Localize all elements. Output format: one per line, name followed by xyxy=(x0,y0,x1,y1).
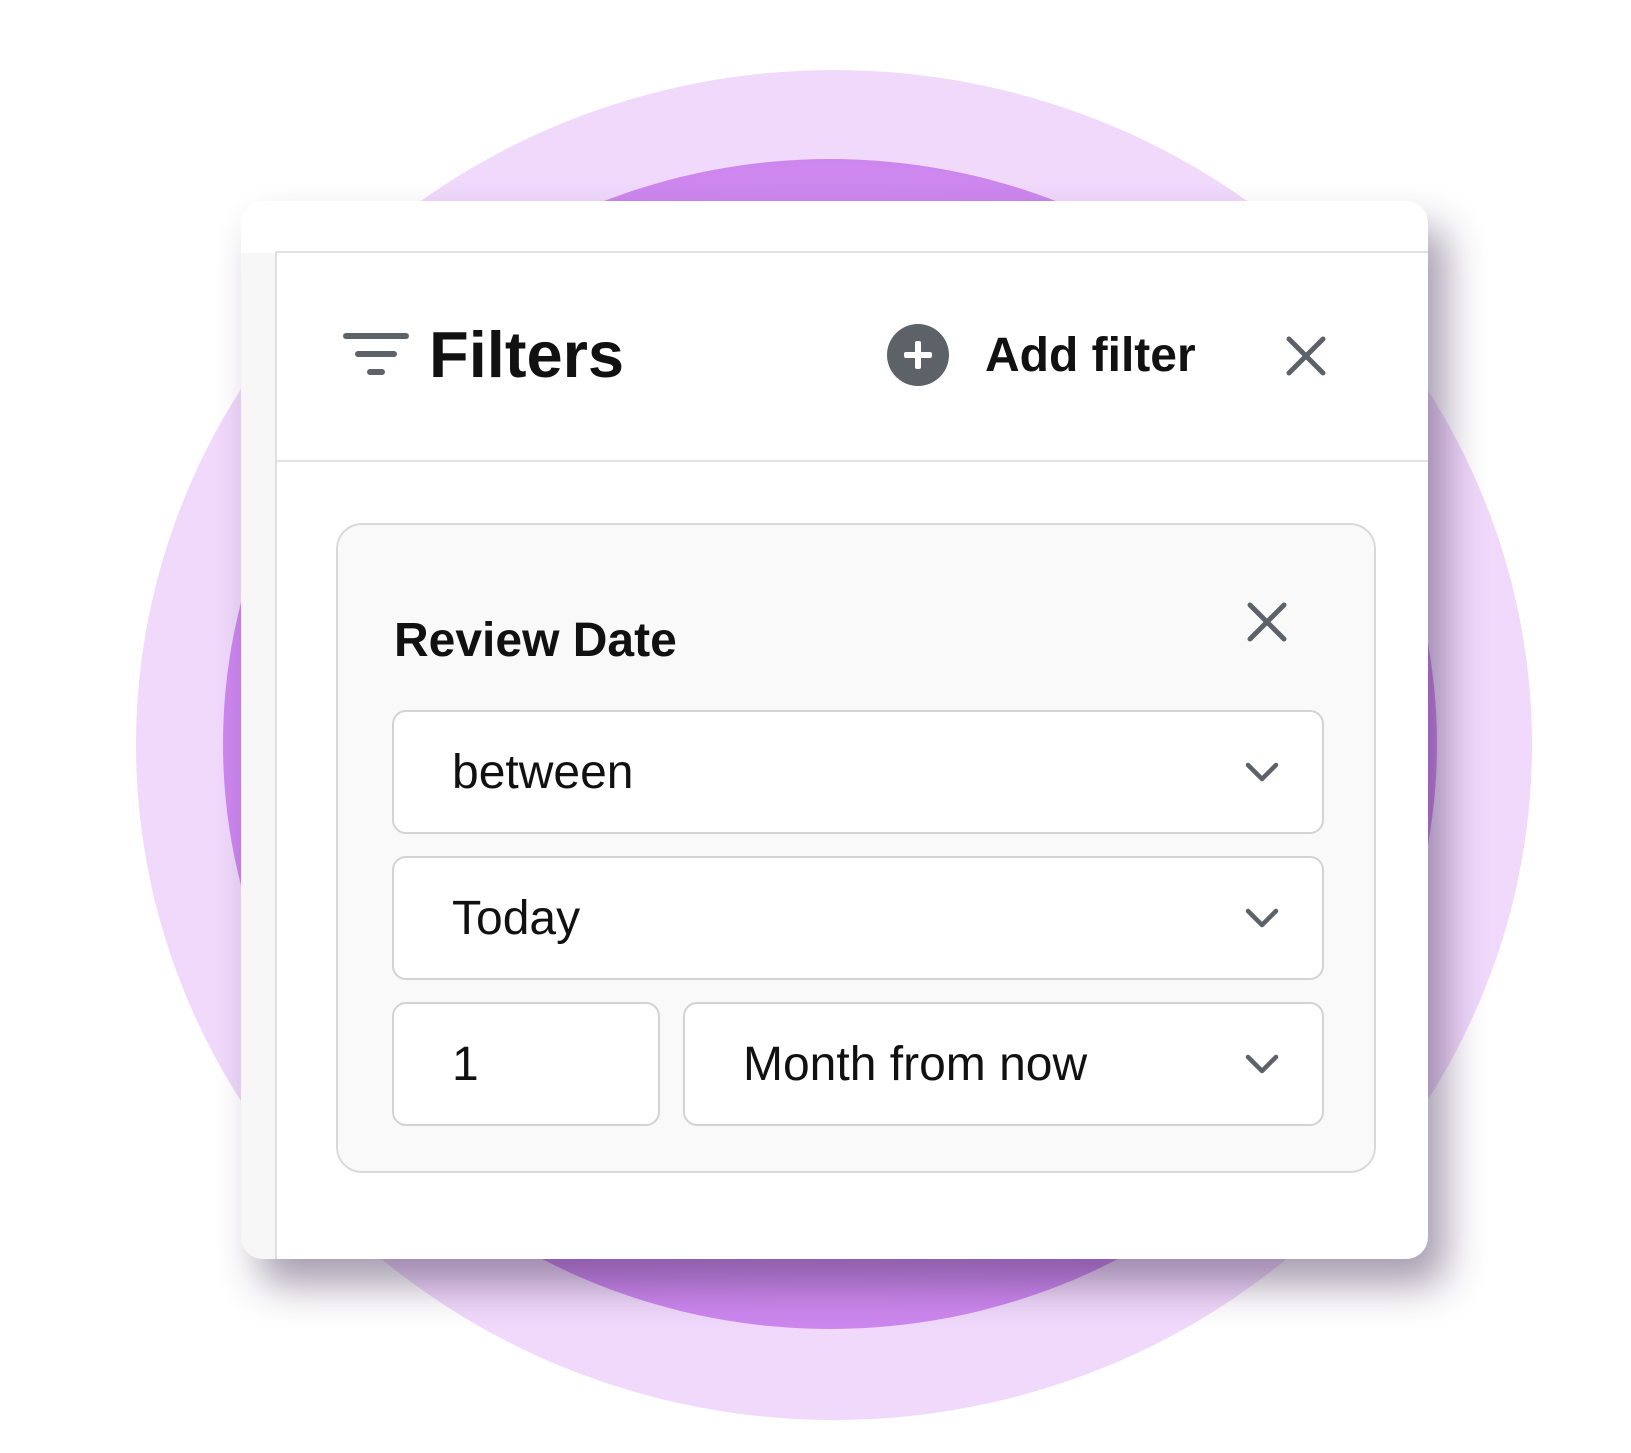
from-date-select[interactable]: Today xyxy=(392,856,1324,980)
unit-select[interactable]: Month from now xyxy=(683,1002,1324,1126)
plus-circle-icon xyxy=(887,324,949,386)
chevron-down-icon xyxy=(1245,908,1279,928)
filter-title: Review Date xyxy=(394,614,677,667)
unit-value: Month from now xyxy=(743,1037,1088,1091)
panel-left-strip xyxy=(241,253,277,1259)
chevron-down-icon xyxy=(1245,762,1279,782)
add-filter-button[interactable]: Add filter xyxy=(887,323,1196,387)
add-filter-label: Add filter xyxy=(985,328,1196,382)
filters-panel: Filters Add filter Review Date between T… xyxy=(241,201,1428,1259)
filters-header: Filters Add filter xyxy=(277,253,1428,462)
filter-card-review-date: Review Date between Today 1 Month from n… xyxy=(336,523,1376,1173)
stage: Filters Add filter Review Date between T… xyxy=(0,0,1631,1453)
filter-lines-icon xyxy=(343,333,409,375)
remove-filter-close-icon[interactable] xyxy=(1244,599,1290,645)
amount-value: 1 xyxy=(452,1037,479,1091)
from-date-value: Today xyxy=(452,891,581,945)
close-icon[interactable] xyxy=(1283,333,1329,379)
panel-title: Filters xyxy=(429,318,625,391)
chevron-down-icon xyxy=(1245,1054,1279,1074)
operator-value: between xyxy=(452,745,634,799)
operator-select[interactable]: between xyxy=(392,710,1324,834)
amount-input[interactable]: 1 xyxy=(392,1002,660,1126)
